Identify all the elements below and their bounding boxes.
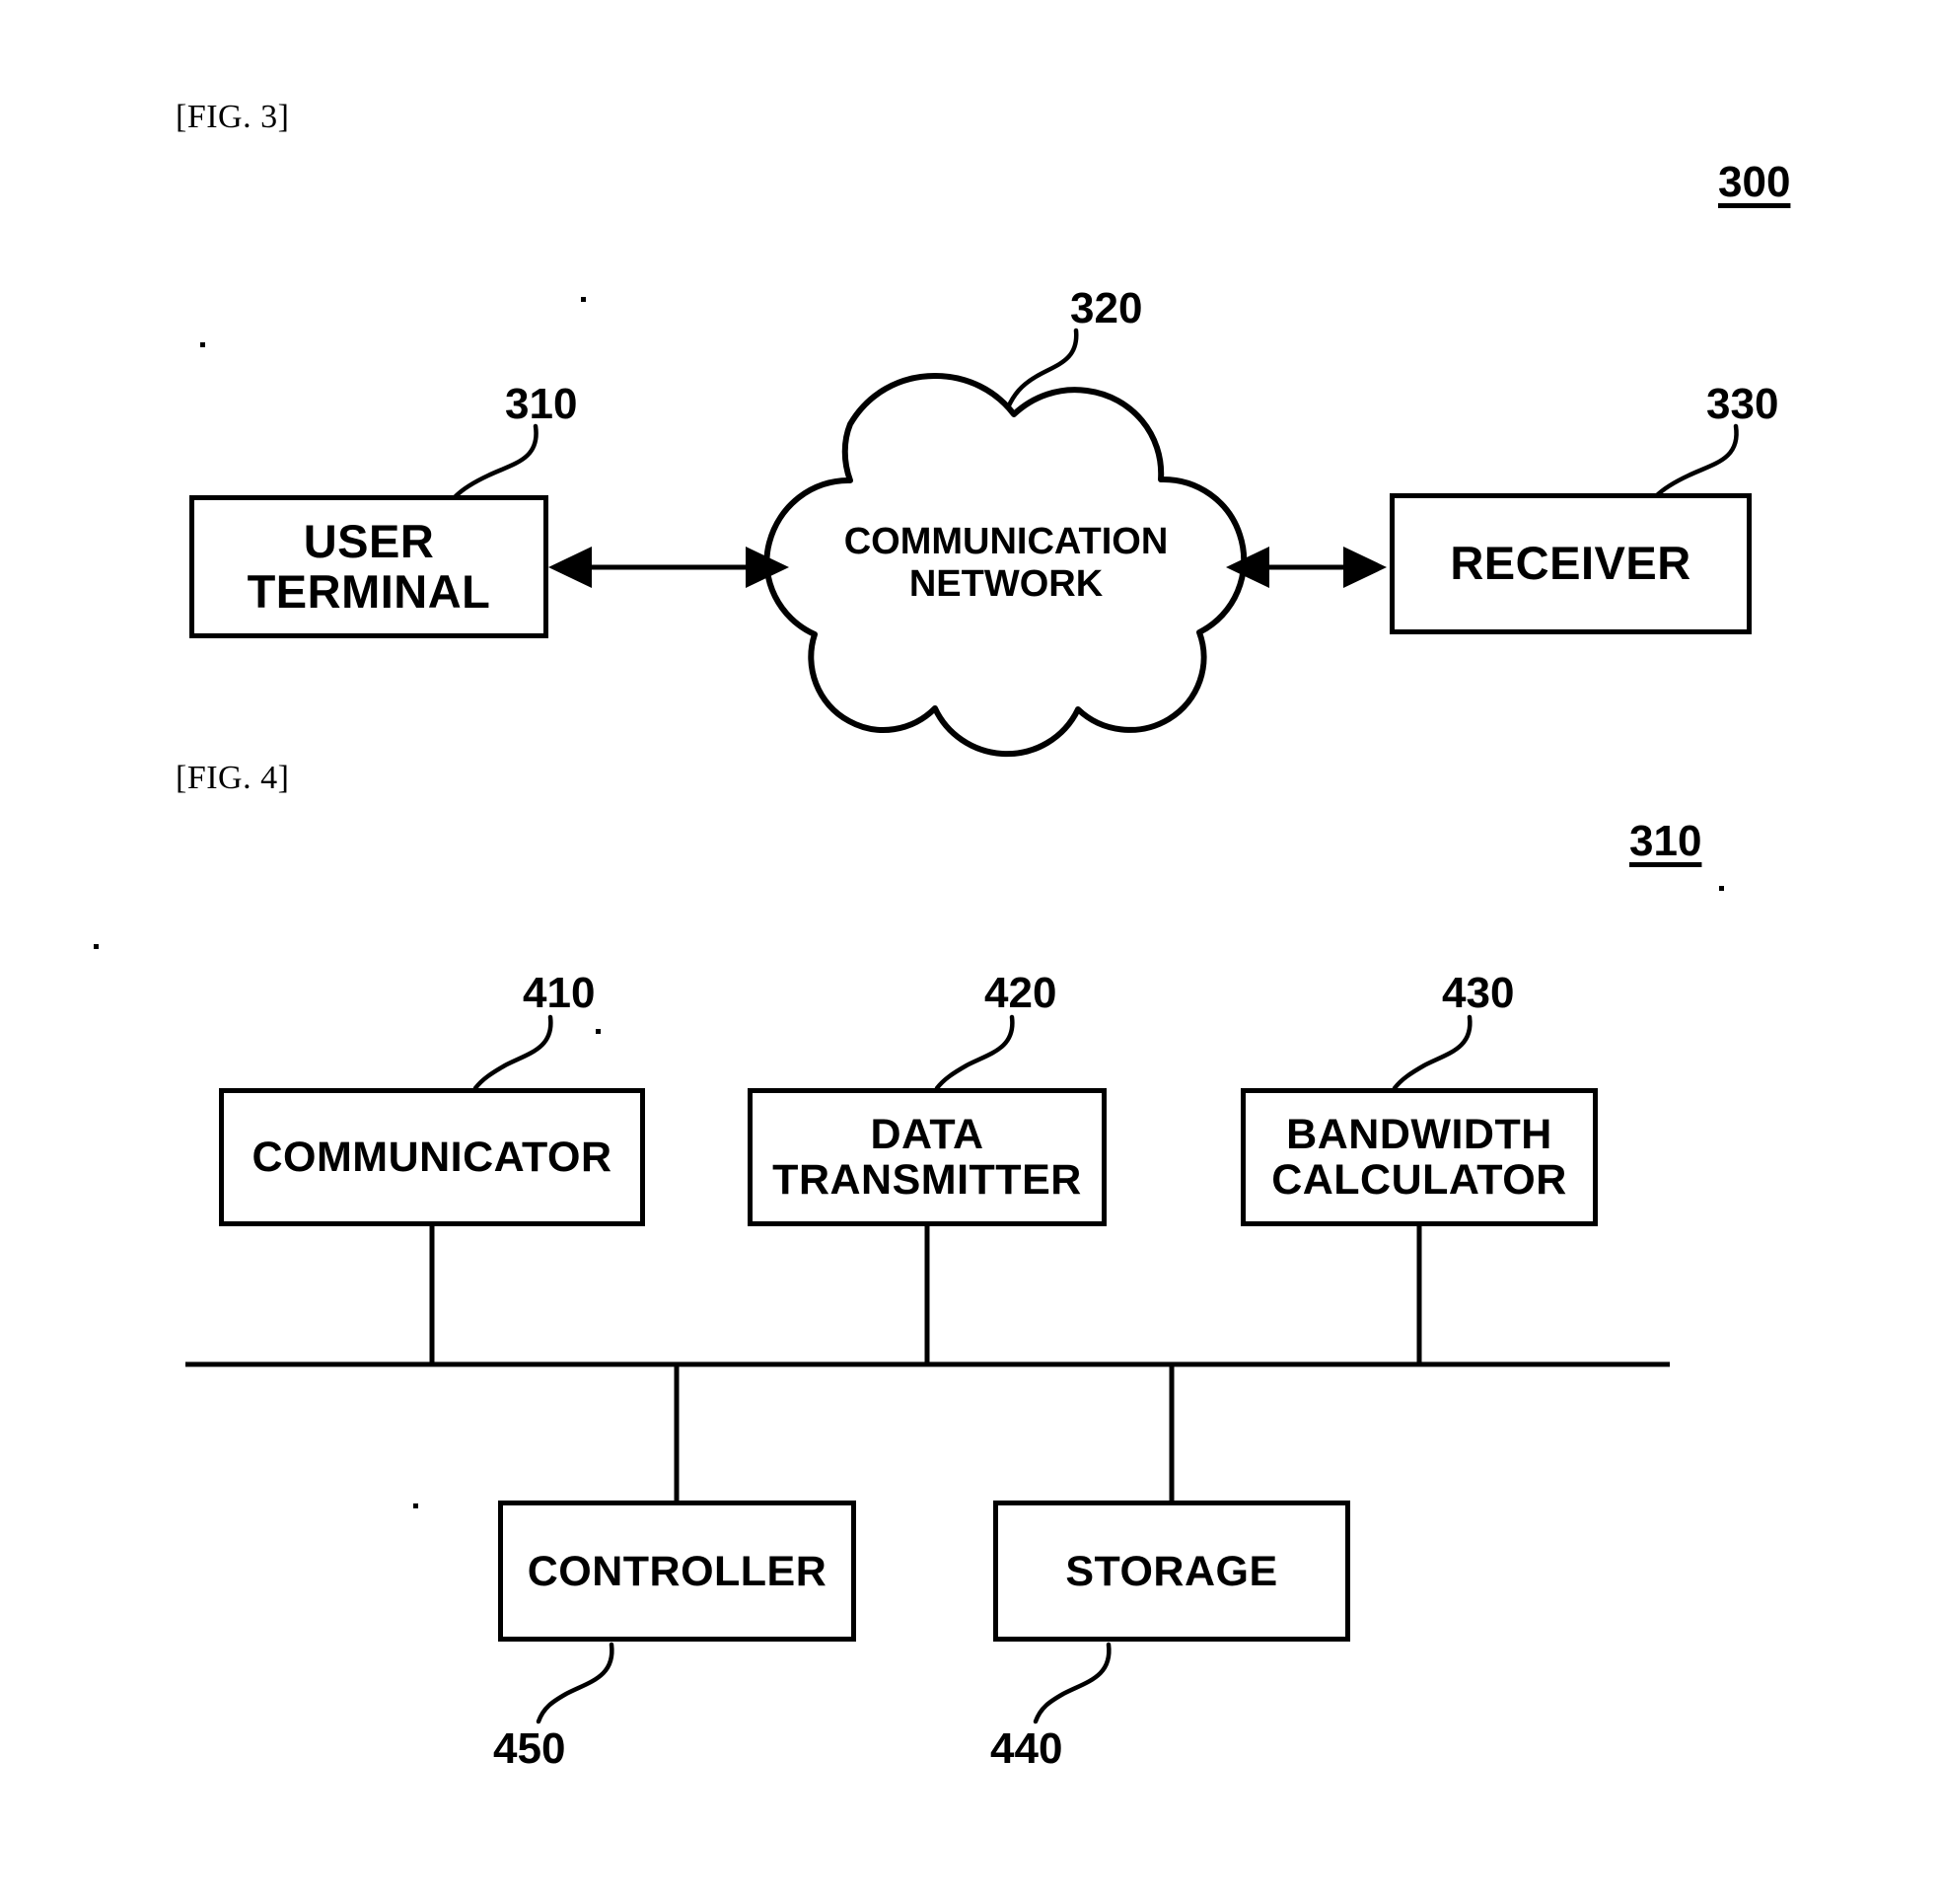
leader-line-310 <box>453 423 539 499</box>
reference-numeral-330: 330 <box>1706 380 1779 428</box>
node-controller-label: CONTROLLER <box>527 1547 827 1595</box>
node-communication-network-label: COMMUNICATION NETWORK <box>843 521 1169 606</box>
diagram-line-overlay <box>185 328 1739 1724</box>
figure-3-number: 300 <box>1718 158 1791 206</box>
reference-numeral-420: 420 <box>984 969 1057 1017</box>
node-bandwidth-calculator: BANDWIDTH CALCULATOR <box>1241 1088 1598 1226</box>
arrowhead-right-receiver <box>1343 547 1387 588</box>
node-user-terminal: USER TERMINAL <box>189 495 548 638</box>
leader-line-430 <box>1392 1014 1473 1091</box>
node-user-terminal-label: USER TERMINAL <box>247 515 491 618</box>
figure-4-number: 310 <box>1629 817 1702 865</box>
scan-speck <box>94 944 99 949</box>
scan-speck <box>200 342 205 347</box>
figure-3-caption: [FIG. 3] <box>176 99 290 135</box>
reference-numeral-450: 450 <box>493 1724 566 1773</box>
leader-line-450 <box>536 1642 614 1724</box>
node-storage-label: STORAGE <box>1065 1547 1278 1595</box>
leader-line-420 <box>934 1014 1015 1091</box>
node-communicator: COMMUNICATOR <box>219 1088 645 1226</box>
reference-numeral-310: 310 <box>505 380 578 428</box>
reference-numeral-410: 410 <box>523 969 596 1017</box>
leader-line-440 <box>1033 1642 1112 1724</box>
reference-numeral-320: 320 <box>1070 284 1143 332</box>
scan-speck <box>581 297 586 302</box>
reference-numeral-440: 440 <box>990 1724 1063 1773</box>
node-data-transmitter: DATA TRANSMITTER <box>748 1088 1107 1226</box>
figure-4-caption: [FIG. 4] <box>176 760 290 796</box>
node-bandwidth-calculator-label: BANDWIDTH CALCULATOR <box>1271 1111 1567 1204</box>
arrowhead-left-network <box>1226 547 1269 588</box>
node-controller: CONTROLLER <box>498 1501 856 1642</box>
leader-line-330 <box>1653 423 1739 499</box>
arrowhead-right-network <box>746 547 789 588</box>
arrowhead-left-terminal <box>548 547 592 588</box>
node-communicator-label: COMMUNICATOR <box>252 1134 612 1181</box>
node-receiver-label: RECEIVER <box>1450 537 1691 590</box>
scan-speck <box>1719 886 1724 891</box>
node-data-transmitter-label: DATA TRANSMITTER <box>772 1111 1082 1204</box>
scan-speck <box>596 1029 601 1034</box>
scan-speck <box>413 1503 418 1508</box>
patent-figure-page: [FIG. 3] 300 310 320 330 USER TERMINAL C… <box>0 0 1941 1904</box>
leader-line-320 <box>1005 328 1079 410</box>
node-storage: STORAGE <box>993 1501 1350 1642</box>
node-receiver: RECEIVER <box>1390 493 1752 634</box>
leader-line-410 <box>472 1014 553 1091</box>
reference-numeral-430: 430 <box>1442 969 1515 1017</box>
